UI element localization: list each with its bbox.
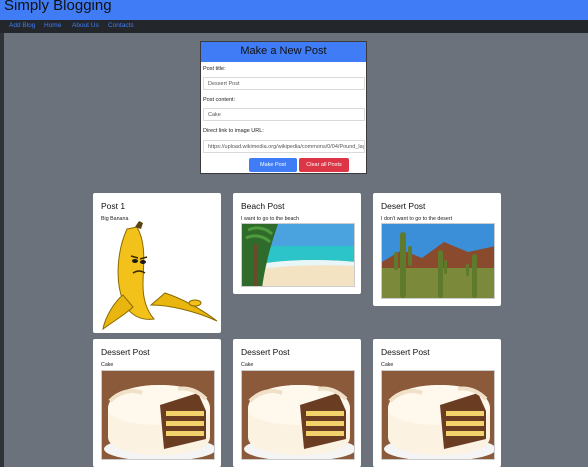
post-title: Dessert Post	[101, 347, 150, 357]
post-title: Desert Post	[381, 201, 426, 211]
nav-about-us[interactable]: About Us	[72, 22, 99, 29]
post-title: Post 1	[101, 201, 126, 211]
make-post-button[interactable]: Make Post	[249, 158, 297, 172]
image-url-input[interactable]: https://upload.wikimedia.org/wikipedia/c…	[203, 140, 365, 153]
post-card: Dessert Post Cake	[233, 339, 361, 467]
post-card: Beach Post I want to go to the beach	[233, 193, 361, 294]
post-content: Cake	[241, 362, 254, 368]
post-image-beach	[241, 223, 355, 287]
post-image-cake	[241, 370, 355, 460]
post-image-cake	[381, 370, 495, 460]
post-title: Dessert Post	[241, 347, 290, 357]
page-edge-shade	[0, 33, 4, 467]
post-title-input[interactable]: Dessert Post	[203, 77, 365, 90]
new-post-form: Make a New Post Post title: Dessert Post…	[200, 41, 367, 174]
nav-add-blog[interactable]: Add Blog	[9, 22, 35, 29]
navbar: Add Blog Home About Us Contacts	[0, 20, 588, 33]
post-content-input[interactable]: Cake	[203, 108, 365, 121]
post-content: Cake	[101, 362, 114, 368]
nav-contacts[interactable]: Contacts	[108, 22, 134, 29]
post-card: Post 1 Big Banana	[93, 193, 221, 333]
nav-home[interactable]: Home	[44, 22, 61, 29]
post-image-desert	[381, 223, 495, 299]
post-image-cake	[101, 370, 215, 460]
post-content: I don't want to go to the desert	[381, 216, 453, 222]
post-content-label: Post content:	[203, 97, 236, 103]
post-image-banana	[99, 221, 219, 331]
post-card: Desert Post I don't want to go to the de…	[373, 193, 501, 306]
form-header: Make a New Post	[201, 42, 366, 62]
site-header: Simply Blogging	[0, 0, 588, 20]
post-title: Beach Post	[241, 201, 285, 211]
post-card: Dessert Post Cake	[373, 339, 501, 467]
clear-all-posts-button[interactable]: Clear all Posts	[299, 158, 349, 172]
post-card: Dessert Post Cake	[93, 339, 221, 467]
post-title: Dessert Post	[381, 347, 430, 357]
post-content: Cake	[381, 362, 394, 368]
form-title: Make a New Post	[240, 45, 327, 57]
post-content: I want to go to the beach	[241, 216, 300, 222]
post-title-label: Post title:	[203, 66, 226, 72]
image-url-label: Direct link to image URL:	[203, 128, 264, 134]
site-brand[interactable]: Simply Blogging	[4, 0, 112, 14]
